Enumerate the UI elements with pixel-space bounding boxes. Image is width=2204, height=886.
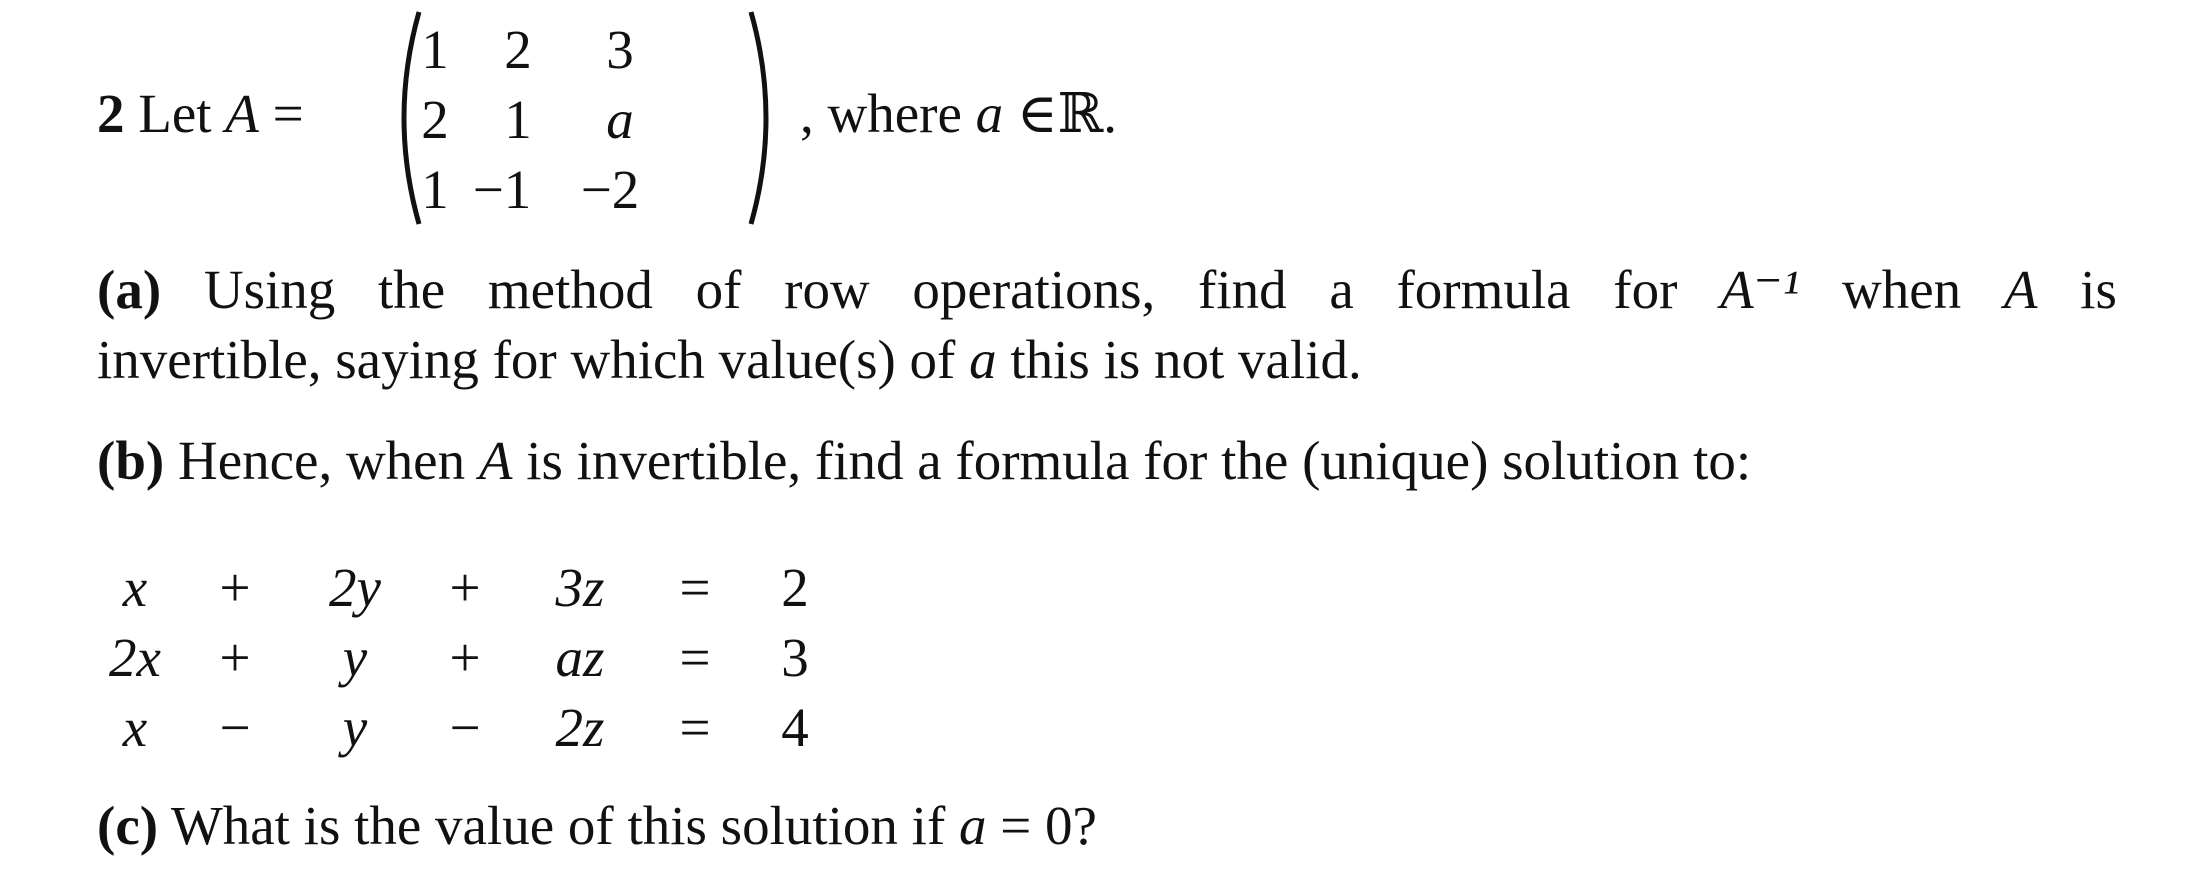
eq-equals: = <box>679 627 711 688</box>
word: the <box>377 259 446 320</box>
part-a-label: (a) <box>97 259 162 320</box>
matrix-cell: 3 <box>606 19 634 80</box>
eq-operator: − <box>449 697 481 758</box>
matrix-name: A <box>225 83 259 144</box>
eq-term: 2x <box>109 627 161 688</box>
element-of-symbol: ∈ <box>1016 83 1058 144</box>
real-numbers-symbol: ℝ <box>1057 83 1104 144</box>
eq-operator: + <box>449 557 481 618</box>
word: method <box>487 259 653 320</box>
matrix-cell: 2 <box>504 19 532 80</box>
text: this is not valid. <box>1010 329 1362 390</box>
text: What is the value of this solution if <box>170 795 946 856</box>
part-b-label: (b) <box>97 430 165 491</box>
word: row <box>784 259 870 320</box>
variable-a: a <box>959 795 987 856</box>
part-b: (b) Hence, when A is invertible, find a … <box>97 433 1751 488</box>
eq-operator: + <box>219 557 251 618</box>
matrix-cell: −1 <box>472 159 532 220</box>
word: find <box>1198 259 1287 320</box>
matrix-cell: −2 <box>580 159 640 220</box>
word: is <box>2080 259 2117 320</box>
matrix-name: A <box>2003 259 2038 320</box>
intro-word: Let <box>138 83 212 144</box>
part-c-label: (c) <box>97 795 159 856</box>
word: operations, <box>912 259 1156 320</box>
eq-operator: − <box>219 697 251 758</box>
right-parenthesis <box>748 11 769 225</box>
matrix-cell: a <box>606 89 634 150</box>
eq-term: 2y <box>329 557 381 618</box>
eq-term: x <box>122 557 148 618</box>
matrix-A: 1 2 3 2 1 a 1 −1 −2 <box>395 8 775 228</box>
eq-term: y <box>342 697 368 758</box>
eq-equals: = <box>679 557 711 618</box>
eq-term: x <box>122 697 148 758</box>
word: for <box>1613 259 1678 320</box>
matrix-domain-note: , where a ∈ℝ. <box>800 86 1117 141</box>
word: when <box>1842 259 1962 320</box>
eq-term: 3z <box>555 557 605 618</box>
word: a <box>1329 259 1354 320</box>
part-a-line-1: (a) Using the method of row operations, … <box>97 262 2117 317</box>
matrix-name: A <box>478 430 513 491</box>
text: invertible, saying for which value(s) of <box>97 329 956 390</box>
eq-rhs: 2 <box>781 557 809 618</box>
text: Hence, when <box>177 430 466 491</box>
matrix-cell: 1 <box>504 89 532 150</box>
where-word: where <box>827 83 962 144</box>
variable-a: a <box>969 329 997 390</box>
text: is invertible, find a formula for the (u… <box>526 430 1752 491</box>
eq-rhs: 4 <box>781 697 809 758</box>
part-c: (c) What is the value of this solution i… <box>97 798 1097 853</box>
word: Using <box>203 259 336 320</box>
word: formula <box>1396 259 1571 320</box>
eq-equals: = <box>679 697 711 758</box>
eq-term: az <box>555 627 605 688</box>
eq-operator: + <box>449 627 481 688</box>
variable-a: a <box>975 83 1004 144</box>
problem-header: 2 Let A = <box>97 86 304 141</box>
eq-term: y <box>342 627 368 688</box>
period: . <box>1103 83 1118 144</box>
eq-rhs: 3 <box>781 627 809 688</box>
problem-number: 2 <box>97 83 125 144</box>
comma: , <box>800 83 814 144</box>
linear-system: x + 2y + 3z = 2 2x + y + az = 3 x − y − … <box>95 560 855 770</box>
word: of <box>695 259 742 320</box>
eq-operator: + <box>219 627 251 688</box>
a-inverse: A⁻¹ <box>1720 259 1800 320</box>
equals-sign: = <box>272 83 304 144</box>
text: = 0? <box>1000 795 1097 856</box>
eq-term: 2z <box>555 697 605 758</box>
part-a-line-2: invertible, saying for which value(s) of… <box>97 332 1362 387</box>
